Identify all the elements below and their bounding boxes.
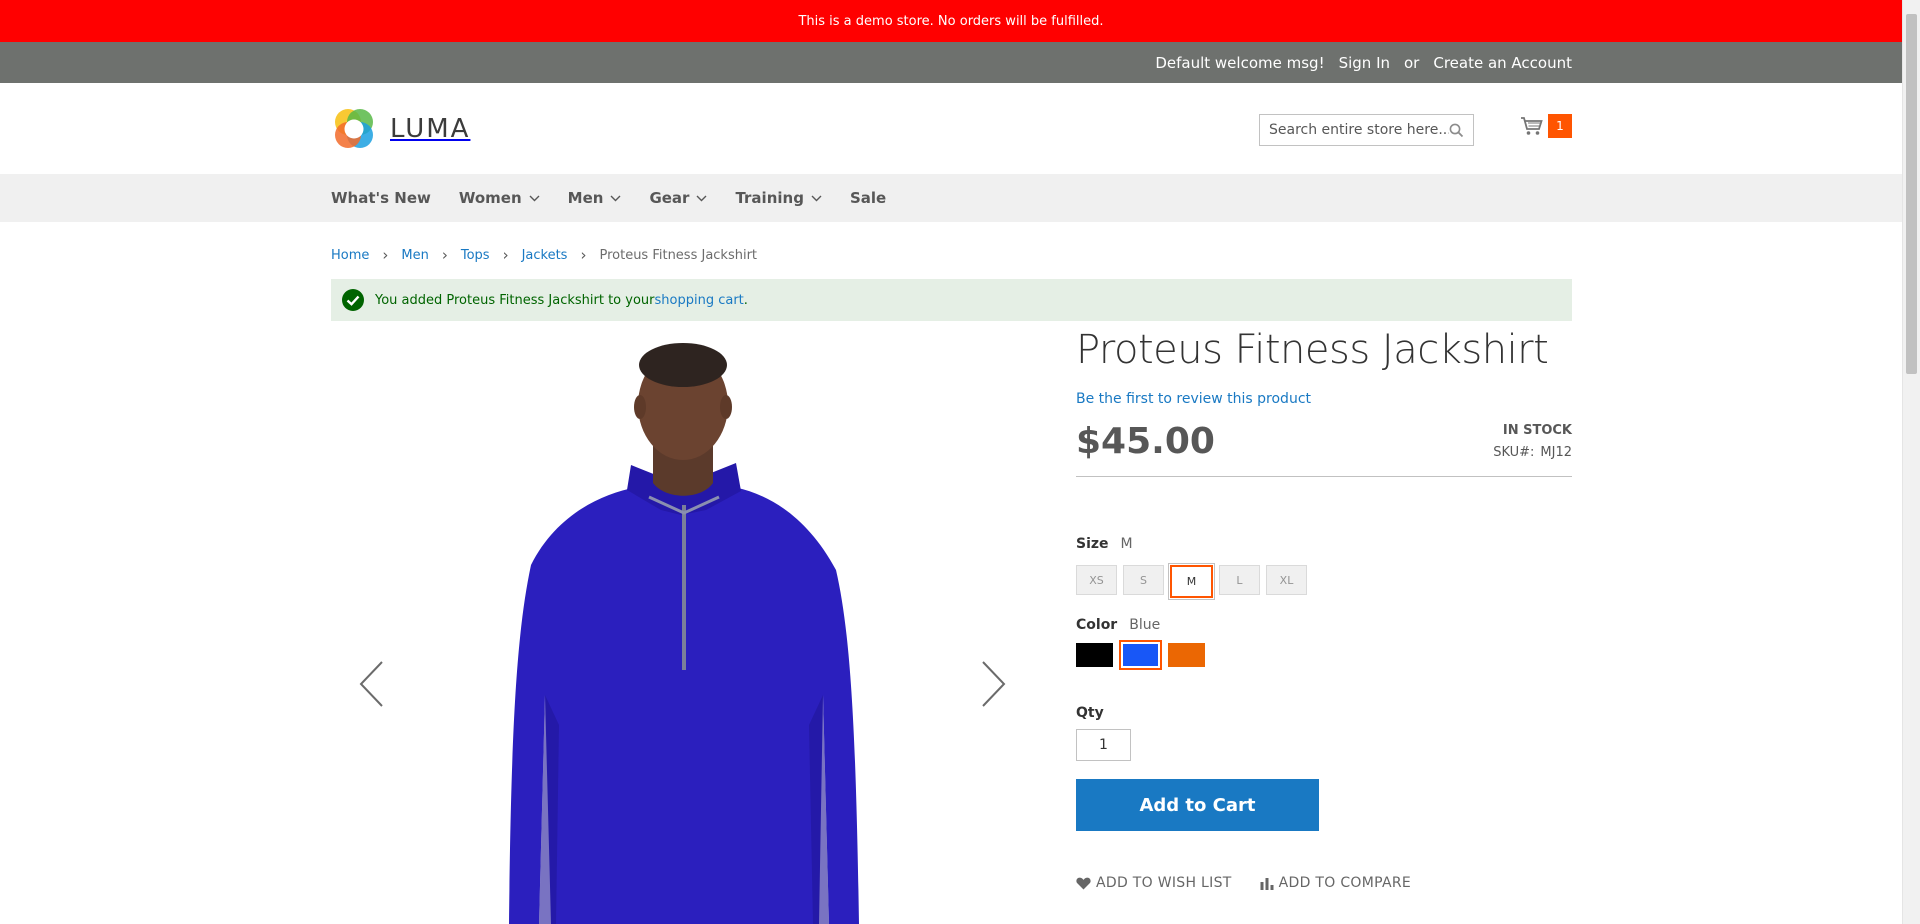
- header-panel: Default welcome msg! Sign In or Create a…: [0, 42, 1902, 83]
- color-swatch-blue[interactable]: [1119, 640, 1162, 670]
- color-swatches: [1076, 640, 1572, 670]
- page-title: Proteus Fitness Jackshirt: [1076, 327, 1549, 373]
- size-selected-value: M: [1120, 536, 1133, 552]
- nav-item-gear[interactable]: Gear: [649, 189, 707, 207]
- size-swatches: XS S M L XL: [1076, 563, 1572, 600]
- product-price: $45.00: [1076, 421, 1215, 462]
- color-label: Color: [1076, 617, 1118, 633]
- main-navigation: What's New Women Men Gear Training Sale: [0, 174, 1902, 222]
- size-swatch-xs[interactable]: XS: [1076, 565, 1117, 595]
- welcome-message: Default welcome msg!: [1155, 53, 1325, 72]
- product-sku: SKU#: MJ12: [1493, 445, 1572, 460]
- compare-chart-icon: [1260, 877, 1274, 890]
- chevron-down-icon: [811, 195, 822, 201]
- color-swatch-black[interactable]: [1076, 643, 1113, 667]
- size-option: Size M XS S M L XL: [1076, 533, 1572, 600]
- shopping-cart-link[interactable]: shopping cart: [655, 293, 744, 308]
- message-text: You added Proteus Fitness Jackshirt to y…: [375, 292, 655, 308]
- minicart[interactable]: 1: [1520, 114, 1572, 138]
- shopping-cart-icon[interactable]: [1520, 116, 1544, 136]
- size-swatch-s[interactable]: S: [1123, 565, 1164, 595]
- product-actions: Add to Wish List Add to Compare: [1076, 875, 1572, 891]
- nav-menu: What's New Women Men Gear Training Sale: [331, 174, 914, 222]
- breadcrumb-jackets[interactable]: Jackets: [522, 248, 568, 263]
- cart-count-badge[interactable]: 1: [1548, 114, 1572, 138]
- search-icon[interactable]: [1449, 123, 1464, 138]
- scrollbar-thumb[interactable]: [1906, 14, 1917, 374]
- nav-item-label: Gear: [649, 189, 690, 207]
- review-link[interactable]: Be the first to review this product: [1076, 391, 1572, 407]
- nav-item-label: Training: [735, 189, 804, 207]
- size-swatch-l[interactable]: L: [1219, 565, 1260, 595]
- nav-item-women[interactable]: Women: [459, 189, 540, 207]
- product-gallery: [331, 335, 1021, 924]
- chevron-down-icon: [696, 195, 707, 201]
- sign-in-link[interactable]: Sign In: [1339, 54, 1390, 72]
- size-swatch-m[interactable]: M: [1168, 563, 1215, 600]
- luma-logo-icon: [335, 109, 373, 148]
- previous-image-arrow-icon[interactable]: [358, 660, 384, 708]
- nav-item-label: Women: [458, 189, 522, 207]
- breadcrumb-men[interactable]: Men: [401, 248, 428, 263]
- next-image-arrow-icon[interactable]: [981, 660, 1007, 708]
- add-to-compare-button[interactable]: Add to Compare: [1260, 875, 1411, 891]
- color-option: Color Blue: [1076, 614, 1572, 670]
- breadcrumb-separator-icon: ›: [580, 246, 587, 264]
- breadcrumb-separator-icon: ›: [502, 246, 509, 264]
- store-logo[interactable]: LUMA: [331, 106, 470, 152]
- color-swatch-orange[interactable]: [1168, 643, 1205, 667]
- add-to-cart-button[interactable]: Add to Cart: [1076, 779, 1319, 831]
- size-label: Size: [1076, 536, 1109, 552]
- breadcrumb-current: Proteus Fitness Jackshirt: [599, 247, 758, 263]
- chevron-down-icon: [529, 195, 540, 201]
- demo-store-notice: This is a demo store. No orders will be …: [0, 0, 1902, 42]
- breadcrumb-separator-icon: ›: [441, 246, 448, 264]
- product-info: Proteus Fitness Jackshirt Be the first t…: [1076, 327, 1572, 891]
- nav-item-label: What's New: [331, 189, 431, 207]
- header-links: Default welcome msg! Sign In or Create a…: [1155, 42, 1572, 83]
- search-box: [1259, 114, 1474, 146]
- message-text-end: .: [743, 292, 748, 308]
- create-account-link[interactable]: Create an Account: [1433, 54, 1572, 72]
- breadcrumb-separator-icon: ›: [382, 246, 389, 264]
- or-separator: or: [1404, 53, 1420, 72]
- logo-text: LUMA: [390, 114, 471, 144]
- page-scrollbar[interactable]: [1902, 0, 1920, 924]
- compare-label: Add to Compare: [1278, 875, 1412, 891]
- qty-input[interactable]: [1076, 729, 1131, 761]
- sku-value: MJ12: [1540, 445, 1572, 460]
- qty-label: Qty: [1076, 705, 1104, 721]
- breadcrumb-home[interactable]: Home: [331, 248, 369, 263]
- search-input[interactable]: [1269, 122, 1449, 138]
- price-box: $45.00 In stock SKU#: MJ12: [1076, 421, 1572, 477]
- nav-item-whats-new[interactable]: What's New: [331, 189, 431, 207]
- chevron-down-icon: [610, 195, 621, 201]
- nav-item-label: Sale: [849, 189, 887, 207]
- nav-item-sale[interactable]: Sale: [850, 189, 886, 207]
- nav-item-label: Men: [567, 189, 604, 207]
- breadcrumb: Home › Men › Tops › Jackets › Proteus Fi…: [331, 246, 757, 264]
- success-check-icon: [342, 289, 364, 311]
- color-selected-value: Blue: [1129, 617, 1161, 633]
- size-swatch-xl[interactable]: XL: [1266, 565, 1307, 595]
- heart-icon: [1076, 877, 1091, 889]
- sku-label: SKU#:: [1493, 445, 1535, 460]
- success-message: You added Proteus Fitness Jackshirt to y…: [331, 279, 1572, 321]
- demo-notice-text: This is a demo store. No orders will be …: [798, 13, 1104, 29]
- nav-item-men[interactable]: Men: [568, 189, 622, 207]
- page-header: LUMA 1: [0, 83, 1902, 174]
- nav-item-training[interactable]: Training: [735, 189, 822, 207]
- add-to-wishlist-button[interactable]: Add to Wish List: [1076, 875, 1232, 891]
- breadcrumb-tops[interactable]: Tops: [461, 248, 490, 263]
- wishlist-label: Add to Wish List: [1096, 875, 1232, 891]
- stock-status: In stock: [1502, 423, 1572, 438]
- product-image: [509, 343, 859, 924]
